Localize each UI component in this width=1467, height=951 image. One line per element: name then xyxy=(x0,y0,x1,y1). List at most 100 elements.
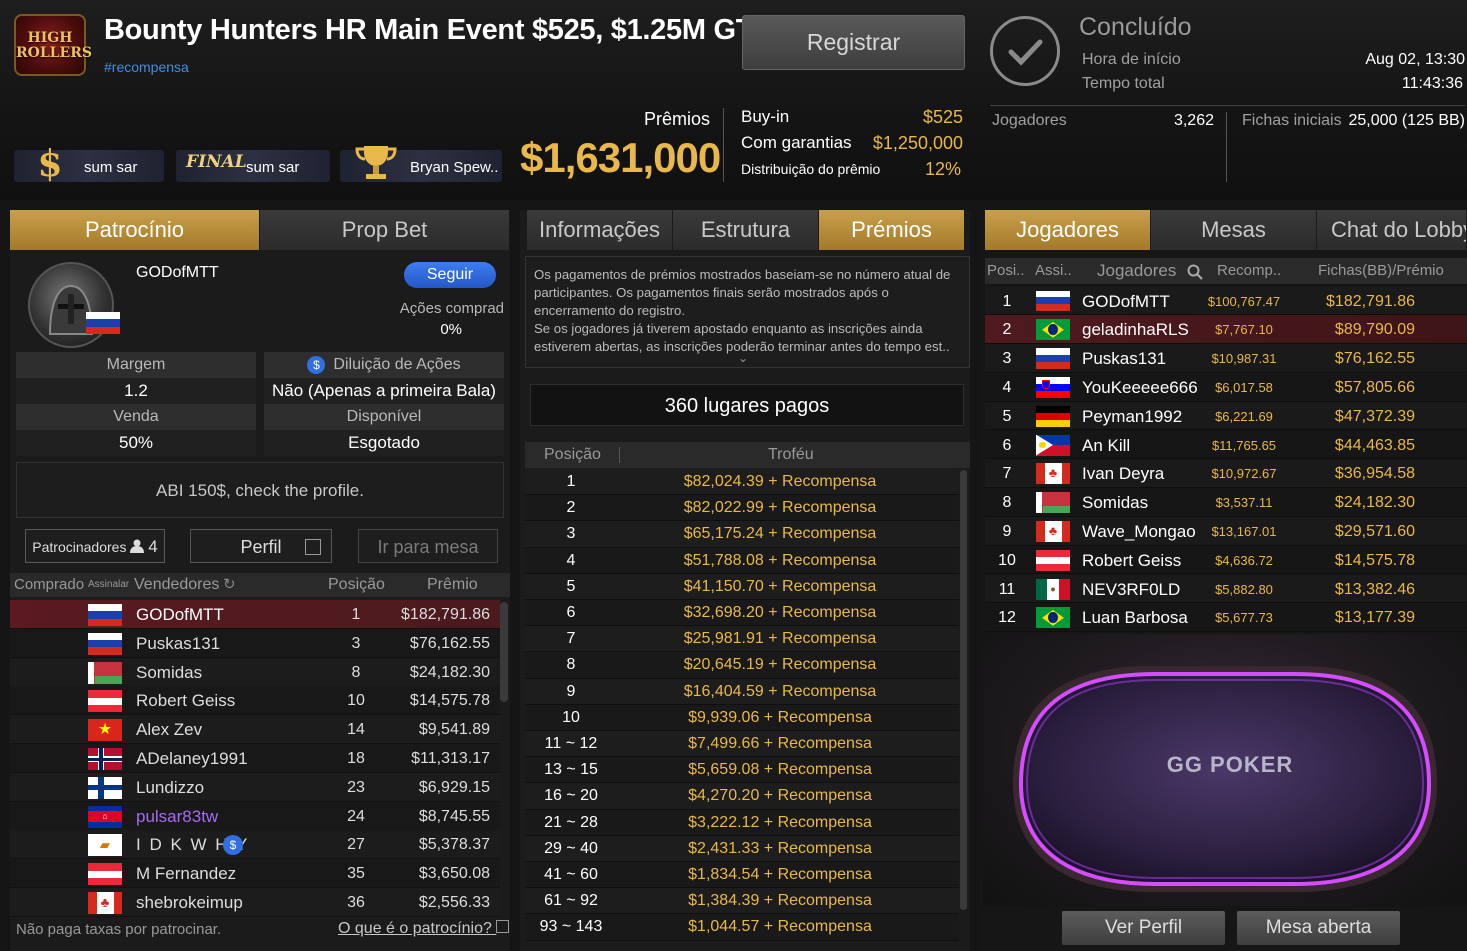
player-bounty: $7,767.10 xyxy=(1215,322,1273,338)
available-label: Disponível xyxy=(264,404,504,430)
col-players[interactable]: Jogadores xyxy=(1097,258,1176,284)
open-table-button[interactable]: Mesa aberta xyxy=(1237,911,1400,945)
bounty-hashtag[interactable]: #recompensa xyxy=(104,59,189,75)
seller-prize: $76,162.55 xyxy=(409,634,490,652)
payout-prize: $82,022.99 + Recompensa xyxy=(683,499,877,517)
flag-by-icon xyxy=(1036,492,1070,514)
col-mark[interactable]: Assinalar xyxy=(88,573,129,597)
divider xyxy=(990,105,1465,106)
payout-prize: $3,222.12 + Recompensa xyxy=(688,813,872,831)
player-position: 10 xyxy=(998,551,1016,569)
player-prize: $13,177.39 xyxy=(1334,609,1415,627)
col-bought[interactable]: Comprado xyxy=(14,573,84,597)
flag-cy-icon: ▰ xyxy=(88,834,122,857)
table-row[interactable]: Lundizzo 23 $6,929.15 xyxy=(10,772,500,802)
payout-position: 16 ~ 20 xyxy=(544,787,598,805)
player-name: geladinhaRLS xyxy=(1082,320,1189,340)
col-bounty[interactable]: Recomp.. xyxy=(1217,258,1281,284)
table-row[interactable]: Robert Geiss 10 $14,575.78 xyxy=(10,686,500,716)
player-bounty: $5,677.73 xyxy=(1215,610,1273,626)
player-row[interactable]: 5 Peyman1992 $6,221.69 $47,372.39 xyxy=(985,401,1467,431)
table-row[interactable]: ⌂ pulsar83tw 24 $8,745.55 xyxy=(10,801,500,831)
payout-position: 5 xyxy=(566,577,576,595)
table-row[interactable]: Somidas 8 $24,182.30 xyxy=(10,657,500,687)
sponsor-player-name: GODofMTT xyxy=(136,264,219,281)
tab-structure[interactable]: Estrutura xyxy=(673,210,819,250)
scrollbar[interactable] xyxy=(960,470,967,910)
player-row[interactable]: 10 Robert Geiss $4,636.72 $14,575.78 xyxy=(985,545,1467,575)
player-row[interactable]: 11 ● NEV3RF0LD $5,882.80 $13,382.46 xyxy=(985,574,1467,604)
avatar[interactable] xyxy=(28,262,114,348)
tab-sponsorship[interactable]: Patrocínio xyxy=(10,210,260,250)
player-bounty: $3,537.11 xyxy=(1215,495,1273,511)
seller-position: 3 xyxy=(351,634,361,652)
seller-name: Somidas xyxy=(136,662,203,682)
tab-tables[interactable]: Mesas xyxy=(1151,210,1317,250)
table-row[interactable]: ★ Alex Zev 14 $9,541.89 xyxy=(10,715,500,745)
col-mark[interactable]: Assi.. xyxy=(1035,258,1072,284)
profile-button[interactable]: Perfil xyxy=(190,529,332,563)
payout-row: 6 $32,698.20 + Recompensa xyxy=(525,600,959,627)
table-row[interactable]: ♣ shebrokeimup 36 $2,556.33 xyxy=(10,888,500,917)
scrollbar[interactable] xyxy=(500,602,508,702)
col-sellers[interactable]: Vendedores xyxy=(134,573,219,597)
view-profile-button[interactable]: Ver Perfil xyxy=(1062,911,1225,945)
seller-name: shebrokeimup xyxy=(136,893,243,912)
payout-position: 4 xyxy=(566,551,576,569)
col-position[interactable]: Posi.. xyxy=(987,258,1025,284)
tournament-title: Bounty Hunters HR Main Event $525, $1.25… xyxy=(104,14,774,46)
payout-prize: $51,788.08 + Recompensa xyxy=(683,551,877,569)
bounty-badge-1: $ sum sar xyxy=(14,143,164,185)
payout-row: 8 $20,645.19 + Recompensa xyxy=(525,652,959,679)
tab-players[interactable]: Jogadores xyxy=(985,210,1151,250)
register-button[interactable]: Registrar xyxy=(742,15,965,70)
player-row[interactable]: 7 ♣ Ivan Deyra $10,972.67 $36,954.58 xyxy=(985,459,1467,489)
sponsorship-help-link[interactable]: O que é o patrocínio? xyxy=(338,920,510,938)
table-row[interactable]: M Fernandez 35 $3,650.08 xyxy=(10,859,500,889)
flag-de-icon xyxy=(1036,405,1070,427)
goto-table-button[interactable]: Ir para mesa xyxy=(358,529,498,563)
tab-prop-bet[interactable]: Prop Bet xyxy=(260,210,510,250)
player-row[interactable]: 4 YouKeeeee666 $6,017.58 $57,805.66 xyxy=(985,372,1467,402)
search-icon[interactable] xyxy=(1187,263,1203,289)
info-coin-icon: $ xyxy=(307,355,326,374)
seller-position: 14 xyxy=(347,721,365,739)
payout-prize: $16,404.59 + Recompensa xyxy=(683,682,877,700)
left-tabs: Patrocínio Prop Bet xyxy=(10,210,510,250)
flag-kh-icon: ⌂ xyxy=(88,805,122,828)
seller-prize: $6,929.15 xyxy=(418,778,490,796)
sponsors-button[interactable]: Patrocinadores 4 xyxy=(25,529,165,563)
dollar-icon: $ xyxy=(37,143,63,185)
follow-button[interactable]: Seguir xyxy=(404,262,496,288)
col-prize[interactable]: Prêmio xyxy=(427,573,478,597)
margin-value: 1.2 xyxy=(16,378,256,404)
payout-row: 3 $65,175.24 + Recompensa xyxy=(525,521,959,548)
payout-prize: $32,698.20 + Recompensa xyxy=(683,604,877,621)
col-position[interactable]: Posição xyxy=(328,573,385,597)
payout-position: 6 xyxy=(566,604,576,621)
flag-ph-icon xyxy=(1036,434,1070,456)
refresh-icon[interactable]: ↻ xyxy=(223,573,236,597)
table-row[interactable]: Puskas131 3 $76,162.55 xyxy=(10,628,500,658)
payout-row: 2 $82,022.99 + Recompensa xyxy=(525,495,959,522)
player-row[interactable]: 1 GODofMTT $100,767.47 $182,791.86 xyxy=(985,286,1467,316)
table-row[interactable]: ▰ I D K W H Y $27 $5,378.37 xyxy=(10,830,500,860)
col-chips-prize[interactable]: Fichas(BB)/Prémio xyxy=(1318,258,1444,284)
player-bounty: $4,636.72 xyxy=(1215,552,1273,568)
tab-lobby-chat[interactable]: Chat do Lobby xyxy=(1317,210,1467,250)
tab-info[interactable]: Informações xyxy=(527,210,673,250)
payout-position: 61 ~ 92 xyxy=(544,892,598,910)
player-position: 8 xyxy=(1002,494,1012,512)
table-preview[interactable]: GG POKER xyxy=(983,634,1467,906)
player-row[interactable]: 9 ♣ Wave_Mongao $13,167.01 $29,571.60 xyxy=(985,516,1467,546)
sale-label: Venda xyxy=(16,404,256,430)
table-row[interactable]: GODofMTT 1 $182,791.86 xyxy=(10,600,500,629)
player-row[interactable]: 3 Puskas131 $10,987.31 $76,162.55 xyxy=(985,344,1467,373)
chevron-down-icon[interactable]: ⌄ xyxy=(738,351,748,365)
tab-prizes[interactable]: Prémios xyxy=(819,210,965,250)
player-row[interactable]: 8 Somidas $3,537.11 $24,182.30 xyxy=(985,488,1467,517)
player-row[interactable]: 12 Luan Barbosa $5,677.73 $13,177.39 xyxy=(985,603,1467,633)
player-row[interactable]: 6 An Kill $11,765.65 $44,463.85 xyxy=(985,430,1467,460)
player-row[interactable]: 2 geladinhaRLS $7,767.10 $89,790.09 xyxy=(985,315,1467,345)
table-row[interactable]: ADelaney1991 18 $11,313.17 xyxy=(10,744,500,773)
